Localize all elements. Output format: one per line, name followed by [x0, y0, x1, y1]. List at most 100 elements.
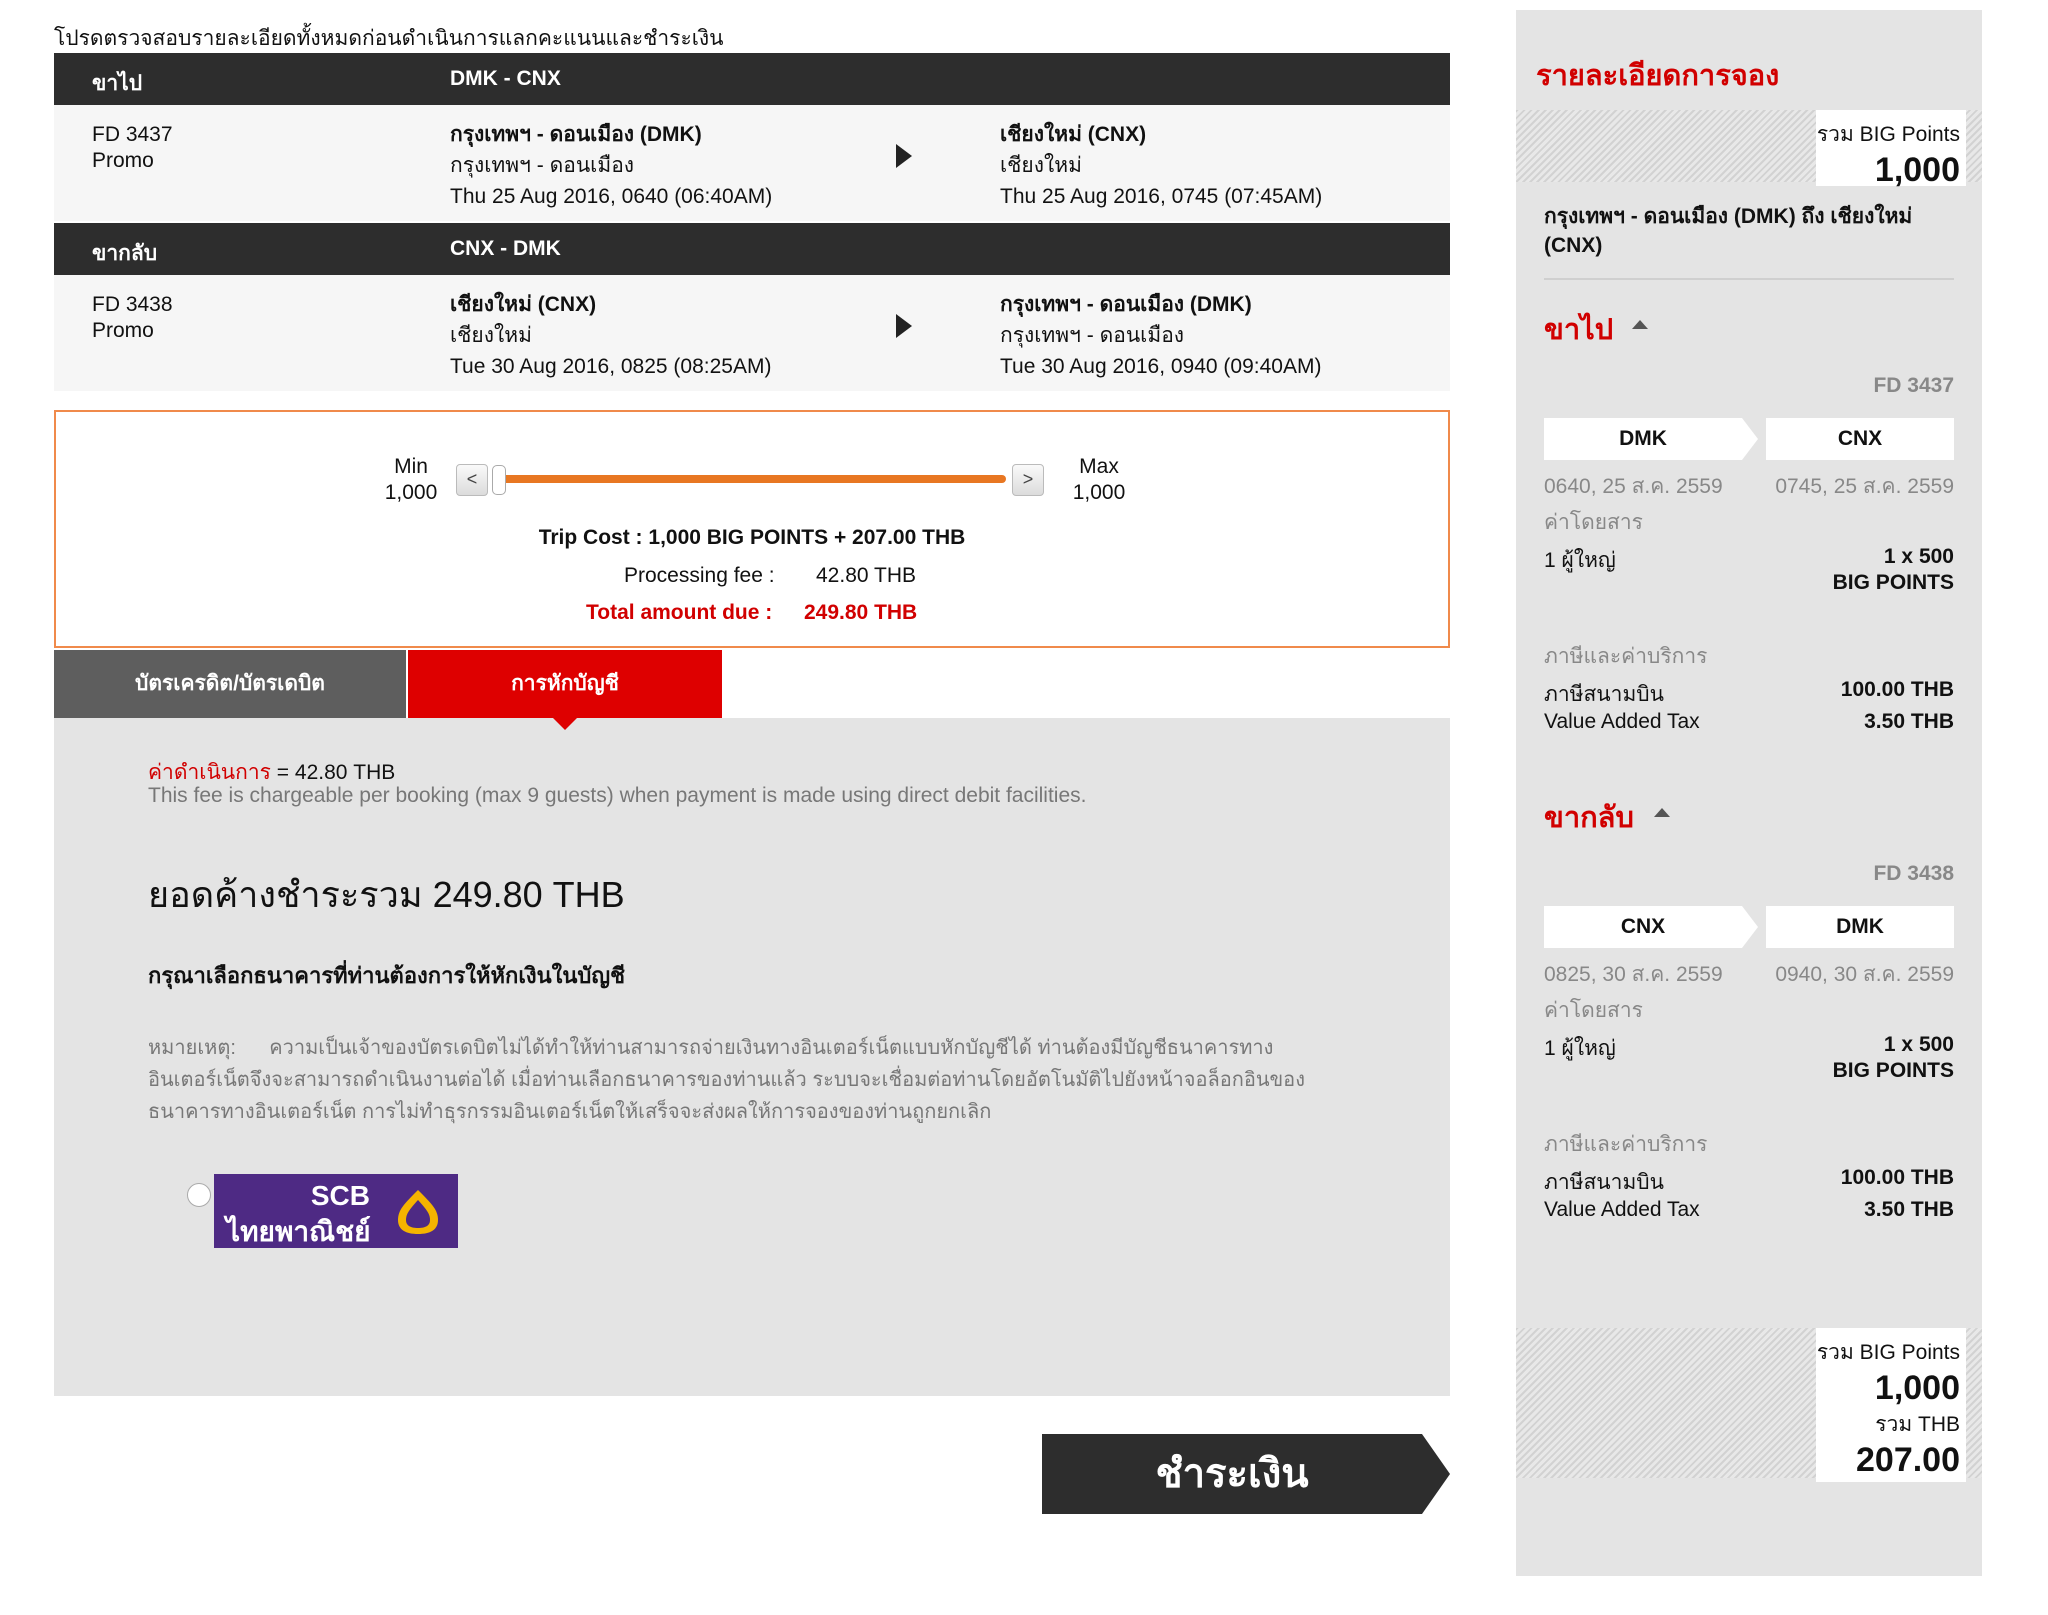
return-from-city: เชียงใหม่	[450, 324, 532, 347]
debit-note: หมายเหตุ: ความเป็นเจ้าของบัตรเดบิตไม่ได้…	[148, 1032, 1448, 1128]
bottom-points-label: รวม BIG Points	[1816, 1341, 1960, 1364]
sidebar-depart-to-time: 0745, 25 ส.ค. 2559	[1775, 475, 1954, 498]
slider-prev-button[interactable]: <	[456, 464, 488, 496]
return-from-time: Tue 30 Aug 2016, 0825 (08:25AM)	[450, 355, 772, 378]
chevron-right-icon	[1742, 906, 1758, 948]
sidebar-depart-tax-label: ภาษีและค่าบริการ	[1544, 645, 1708, 668]
slider-min-value: 1,000	[384, 481, 438, 504]
scb-emblem-icon	[398, 1190, 438, 1234]
sidebar-return-vat-label: Value Added Tax	[1544, 1198, 1700, 1221]
sidebar-depart-vat: 3.50 THB	[1864, 710, 1954, 733]
booking-summary-sidebar: รายละเอียดการจอง รวม BIG Points 1,000 กร…	[1516, 10, 1982, 1576]
slider-track[interactable]	[496, 475, 1006, 483]
debit-note-line2: อินเตอร์เน็ตจึงจะสามารถดำเนินงานต่อได้ เ…	[148, 1069, 1305, 1091]
depart-to-airport: เชียงใหม่ (CNX)	[1000, 123, 1147, 146]
review-notice: โปรดตรวจสอบรายละเอียดทั้งหมดก่อนดำเนินกา…	[54, 27, 724, 50]
return-route: CNX - DMK	[450, 237, 561, 260]
total-due-label: Total amount due :	[586, 601, 773, 624]
sidebar-return-flight-no: FD 3438	[1873, 862, 1954, 885]
return-header: ขากลับ CNX - DMK	[54, 223, 1450, 275]
play-arrow-icon	[896, 314, 912, 338]
scb-logo-en: SCB	[310, 1180, 370, 1211]
collapse-caret-icon[interactable]	[1632, 320, 1648, 329]
slider-min-label: Min	[394, 455, 428, 478]
depart-route: DMK - CNX	[450, 67, 561, 90]
choose-bank-prompt: กรุณาเลือกธนาคารที่ท่านต้องการให้หักเงิน…	[148, 963, 626, 988]
sidebar-return-tax-label: ภาษีและค่าบริการ	[1544, 1133, 1708, 1156]
debit-total-due: ยอดค้างชำระรวม 249.80 THB	[148, 874, 625, 915]
chevron-right-icon	[1742, 418, 1758, 460]
bottom-thb-label: รวม THB	[1875, 1413, 1960, 1436]
processing-fee-label: Processing fee :	[624, 564, 775, 587]
sidebar-depart-fare-qty: 1 x 500	[1883, 545, 1954, 568]
depart-flight-row: FD 3437 Promo กรุงเทพฯ - ดอนเมือง (DMK) …	[54, 105, 1450, 221]
return-to-airport: กรุงเทพฯ - ดอนเมือง (DMK)	[1000, 293, 1252, 316]
debit-fee-note: This fee is chargeable per booking (max …	[148, 784, 1087, 807]
depart-to-city: เชียงใหม่	[1000, 154, 1082, 177]
tab-direct-debit[interactable]: การหักบัญชี	[408, 650, 722, 718]
return-to-city: กรุงเทพฯ - ดอนเมือง	[1000, 324, 1185, 347]
scb-bank-logo[interactable]: SCB ไทยพาณิชย์	[214, 1174, 458, 1248]
sidebar-depart-route-bar: DMK CNX	[1544, 418, 1954, 460]
depart-from-airport: กรุงเทพฯ - ดอนเมือง (DMK)	[450, 123, 702, 146]
pay-button[interactable]: ชำระเงิน	[1042, 1434, 1422, 1514]
depart-header: ขาไป DMK - CNX	[54, 53, 1450, 105]
sidebar-return-fare: 1 x 500 BIG POINTS	[1744, 1032, 1954, 1084]
bottom-points-value: 1,000	[1874, 1369, 1960, 1407]
collapse-caret-icon[interactable]	[1654, 808, 1670, 817]
return-label: ขากลับ	[92, 242, 158, 265]
sidebar-depart-to: CNX	[1766, 418, 1954, 460]
return-flight-row: FD 3438 Promo เชียงใหม่ (CNX) เชียงใหม่ …	[54, 275, 1450, 391]
sidebar-return-from-time: 0825, 30 ส.ค. 2559	[1544, 963, 1723, 986]
slider-handle[interactable]	[492, 465, 506, 495]
sidebar-title: รายละเอียดการจอง	[1536, 60, 1780, 92]
depart-to-time: Thu 25 Aug 2016, 0745 (07:45AM)	[1000, 185, 1323, 208]
slider-max-value: 1,000	[1072, 481, 1126, 504]
processing-fee-value: 42.80 THB	[816, 564, 917, 587]
debit-note-line3: ธนาคารทางอินเตอร์เน็ต การไม่ทำธุรกรรมอิน…	[148, 1101, 992, 1123]
depart-from-city: กรุงเทพฯ - ดอนเมือง	[450, 154, 635, 177]
total-due-value: 249.80 THB	[804, 601, 918, 624]
sidebar-depart-pax: 1 ผู้ใหญ่	[1544, 549, 1616, 572]
slider-max-label: Max	[1079, 455, 1119, 478]
sidebar-return-airport-tax-label: ภาษีสนามบิน	[1544, 1171, 1664, 1194]
total-points-value: 1,000	[1874, 151, 1960, 189]
tab-pointer	[553, 718, 577, 730]
trip-cost: Trip Cost : 1,000 BIG POINTS + 207.00 TH…	[538, 526, 966, 549]
slider-max: Max 1,000	[1054, 454, 1144, 506]
sidebar-depart-label[interactable]: ขาไป	[1544, 306, 1613, 352]
sidebar-divider	[1544, 278, 1954, 280]
sidebar-return-label[interactable]: ขากลับ	[1544, 794, 1634, 840]
return-to-time: Tue 30 Aug 2016, 0940 (09:40AM)	[1000, 355, 1322, 378]
sidebar-return-fare-qty: 1 x 500	[1883, 1033, 1954, 1056]
sidebar-return-route-bar: CNX DMK	[1544, 906, 1954, 948]
tab-credit-card[interactable]: บัตรเครดิต/บัตรเดบิต	[54, 650, 406, 718]
sidebar-depart-flight-no: FD 3437	[1873, 374, 1954, 397]
sidebar-return-fare-label: ค่าโดยสาร	[1544, 999, 1643, 1022]
sidebar-depart-from: DMK	[1544, 418, 1742, 460]
debit-note-line1: ความเป็นเจ้าของบัตรเดบิตไม่ได้ทำให้ท่านส…	[269, 1037, 1274, 1059]
depart-from-time: Thu 25 Aug 2016, 0640 (06:40AM)	[450, 185, 773, 208]
debit-note-label: หมายเหตุ:	[148, 1037, 236, 1059]
total-points-label: รวม BIG Points	[1816, 123, 1960, 146]
sidebar-return-airport-tax: 100.00 THB	[1840, 1166, 1954, 1189]
sidebar-depart-fare: 1 x 500 BIG POINTS	[1744, 544, 1954, 596]
depart-label: ขาไป	[92, 72, 143, 95]
return-from-airport: เชียงใหม่ (CNX)	[450, 293, 597, 316]
sidebar-depart-airport-tax: 100.00 THB	[1840, 678, 1954, 701]
sidebar-return-to: DMK	[1766, 906, 1954, 948]
sidebar-depart-airport-tax-label: ภาษีสนามบิน	[1544, 683, 1664, 706]
slider-min: Min 1,000	[366, 454, 456, 506]
pay-button-arrow-icon[interactable]	[1422, 1434, 1450, 1514]
sidebar-return-fare-unit: BIG POINTS	[1832, 1059, 1954, 1082]
points-slider-box: Min 1,000 < > Max 1,000 Trip Cost : 1,00…	[54, 410, 1450, 648]
sidebar-return-vat: 3.50 THB	[1864, 1198, 1954, 1221]
scb-radio[interactable]	[187, 1183, 211, 1207]
sidebar-grand-total: รวม BIG Points 1,000 รวม THB 207.00	[1816, 1328, 1966, 1482]
debit-fee-label: ค่าดำเนินการ	[148, 761, 271, 784]
sidebar-depart-from-time: 0640, 25 ส.ค. 2559	[1544, 475, 1723, 498]
debit-fee-value: = 42.80 THB	[276, 761, 396, 784]
slider-next-button[interactable]: >	[1012, 464, 1044, 496]
sidebar-return-pax: 1 ผู้ใหญ่	[1544, 1037, 1616, 1060]
direct-debit-panel: ค่าดำเนินการ = 42.80 THB This fee is cha…	[54, 718, 1450, 1396]
